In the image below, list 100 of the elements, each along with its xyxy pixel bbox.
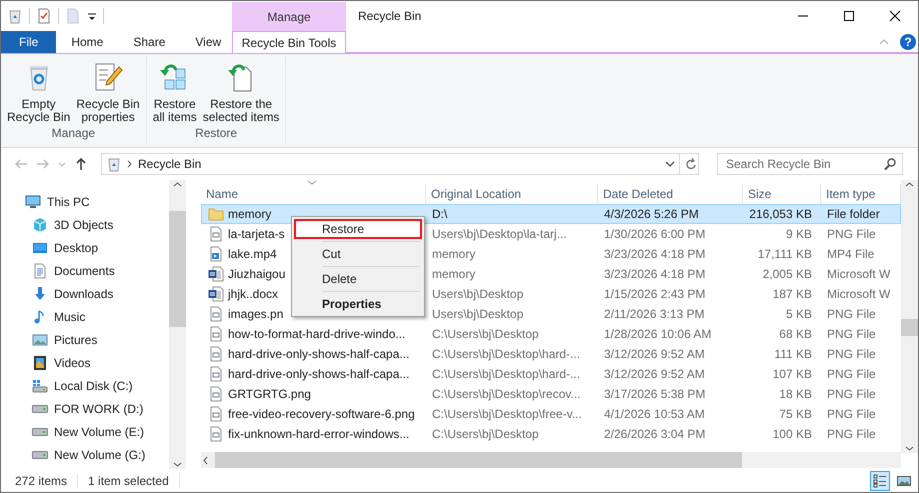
search-icon[interactable]: [883, 156, 897, 172]
breadcrumb[interactable]: Recycle Bin: [138, 157, 202, 171]
ribbon-button[interactable]: Restore the selected items: [200, 59, 282, 126]
file-name[interactable]: jhjk..docx: [228, 287, 278, 301]
nav-item[interactable]: Downloads: [1, 282, 169, 305]
nav-item[interactable]: Documents: [1, 259, 169, 282]
table-cell: 3/23/2026 4:18 PM: [604, 247, 706, 261]
table-cell: 5 KB: [786, 307, 812, 321]
ribbon-tab[interactable]: Home: [56, 31, 118, 53]
table-cell: 3/17/2026 5:38 PM: [604, 387, 706, 401]
file-name[interactable]: how-to-format-hard-drive-windo...: [228, 327, 406, 341]
recycle-bin-icon[interactable]: [7, 8, 23, 24]
refresh-icon[interactable]: [684, 156, 698, 172]
close-icon[interactable]: [889, 10, 901, 22]
nav-item[interactable]: Desktop: [1, 236, 169, 259]
table-cell: 111 KB: [774, 347, 812, 361]
details-view-icon[interactable]: [873, 474, 887, 488]
folder-icon: [208, 206, 224, 222]
table-cell: PNG File: [827, 227, 876, 241]
address-bar[interactable]: Recycle Bin: [101, 153, 699, 175]
nav-item[interactable]: Videos: [1, 351, 169, 374]
table-cell: C:\Users\bj\Desktop\hard-...: [432, 367, 580, 381]
nav-item[interactable]: Pictures: [1, 328, 169, 351]
table-cell: 68 KB: [779, 327, 812, 341]
maximize-icon[interactable]: [843, 10, 855, 22]
nav-item[interactable]: FOR WORK (D:): [1, 397, 169, 420]
menu-item[interactable]: Restore: [294, 219, 422, 239]
drive-icon: [32, 404, 48, 412]
file-name[interactable]: hard-drive-only-shows-half-capa...: [228, 367, 410, 381]
monitor-icon: [25, 194, 41, 210]
status-text: 272 items: [1, 474, 78, 488]
table-cell: File folder: [827, 207, 880, 221]
drive-icon: [32, 378, 48, 394]
nav-item[interactable]: This PC: [1, 190, 169, 213]
word-document-icon: [208, 266, 224, 282]
group-label: Manage: [50, 126, 96, 142]
status-text: 1 item selected: [78, 474, 180, 488]
contextual-tab-header: Manage: [232, 2, 346, 31]
table-cell: 4/3/2026 5:26 PM: [604, 207, 699, 221]
help-button[interactable]: ?: [900, 34, 916, 50]
scrollbar[interactable]: [201, 452, 901, 468]
chevron-up-icon[interactable]: [173, 180, 182, 189]
file-name[interactable]: images.pn: [228, 307, 284, 321]
video-file-icon: [208, 246, 224, 262]
nav-item[interactable]: Music: [1, 305, 169, 328]
chevron-up-icon[interactable]: [905, 180, 914, 189]
table-cell: 3/23/2026 4:18 PM: [604, 267, 706, 281]
scrollbar[interactable]: [169, 180, 186, 469]
table-cell: 9 KB: [786, 227, 812, 241]
file-name[interactable]: free-video-recovery-software-6.png: [228, 407, 415, 421]
table-cell: 17,111 KB: [758, 247, 812, 261]
table-cell: memory: [432, 267, 476, 281]
scrollbar-thumb[interactable]: [901, 319, 918, 336]
window-title: Recycle Bin: [357, 9, 422, 23]
large-icons-view-icon[interactable]: [897, 474, 911, 488]
search-field[interactable]: Search Recycle Bin: [717, 153, 903, 175]
file-name[interactable]: hard-drive-only-shows-half-capa...: [228, 347, 410, 361]
menu-item[interactable]: Cut: [294, 244, 422, 264]
table-cell: Users\bj\Desktop\la-tarj...: [432, 227, 567, 241]
chevron-left-icon[interactable]: [201, 456, 210, 464]
table-cell: 2/26/2026 3:04 PM: [604, 427, 706, 441]
scrollbar-thumb[interactable]: [215, 452, 742, 468]
table-cell: MP4 File: [827, 247, 874, 261]
nav-item[interactable]: Local Disk (C:): [1, 374, 169, 397]
table-cell: 4/1/2026 10:53 AM: [604, 407, 705, 421]
file-tab[interactable]: File: [1, 31, 56, 53]
nav-item[interactable]: New Volume (G:): [1, 443, 169, 466]
table-cell: 3/12/2026 9:52 AM: [604, 367, 705, 381]
ribbon-button[interactable]: Restore all items: [150, 59, 200, 126]
file-name[interactable]: Jiuzhaigou: [228, 267, 286, 281]
table-cell: 2/11/2026 3:13 PM: [604, 307, 705, 321]
recycle-bin-icon: [106, 156, 122, 172]
file-name[interactable]: GRTGRTG.png: [228, 387, 311, 401]
file-name[interactable]: fix-unknown-hard-error-windows...: [228, 427, 410, 441]
chevron-down-icon[interactable]: [173, 460, 182, 469]
nav-item[interactable]: 3D Objects: [1, 213, 169, 236]
ribbon-button[interactable]: Recycle Bin properties: [73, 59, 143, 126]
ribbon-tab[interactable]: Recycle Bin Tools: [232, 31, 346, 53]
scrollbar-thumb[interactable]: [169, 211, 186, 327]
table-cell: PNG File: [827, 427, 876, 441]
landscape-image-icon: [32, 332, 48, 348]
table-cell: 18 KB: [779, 387, 812, 401]
file-name[interactable]: memory: [228, 207, 272, 221]
table-cell: 1/28/2026 10:06 AM: [604, 327, 712, 341]
chevron-down-icon[interactable]: [905, 444, 914, 453]
file-name[interactable]: lake.mp4: [228, 247, 277, 261]
menu-item[interactable]: Properties: [294, 294, 422, 314]
table-cell: 1/30/2026 6:00 PM: [604, 227, 706, 241]
table-cell: PNG File: [827, 387, 876, 401]
selected-row[interactable]: memory D:\ 4/3/2026 5:26 PM 216,053 KB File folder: [201, 204, 901, 224]
file-name[interactable]: la-tarjeta-s: [228, 227, 285, 241]
nav-item[interactable]: New Volume (E:): [1, 420, 169, 443]
ribbon-tab[interactable]: Share: [118, 31, 180, 53]
table-cell: Users\bj\Desktop: [432, 287, 524, 301]
scrollbar[interactable]: [901, 180, 918, 453]
group-label: Restore: [194, 126, 238, 142]
ribbon-button[interactable]: Empty Recycle Bin: [4, 59, 74, 126]
document-check-icon[interactable]: [36, 8, 52, 24]
menu-item[interactable]: Delete: [294, 269, 422, 289]
cube-icon: [32, 216, 48, 232]
